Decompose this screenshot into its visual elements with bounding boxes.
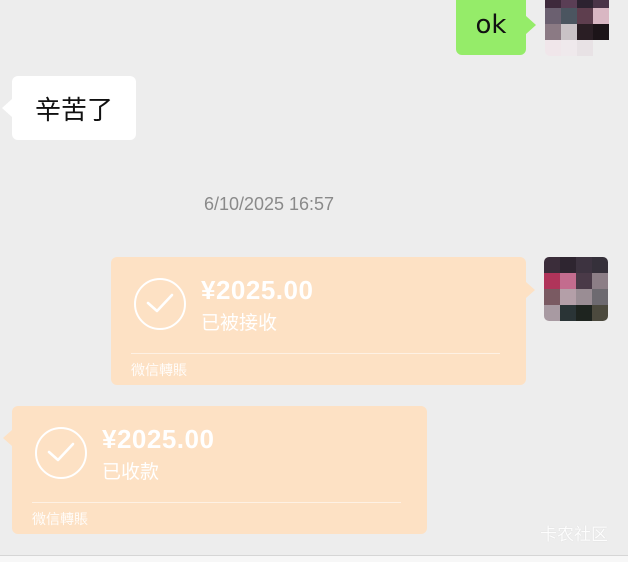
transfer-label: 微信轉賬 <box>131 363 187 379</box>
received-message-text: 辛苦了 <box>34 95 113 126</box>
transfer-amount: ¥2025.00 <box>201 275 314 305</box>
watermark: 卡农社区 <box>540 525 608 545</box>
transfer-received-tail <box>3 430 12 446</box>
transfer-card-sent[interactable]: ¥2025.00 已被接收 微信轉賬 <box>111 257 526 385</box>
self-avatar-top[interactable] <box>545 0 609 56</box>
transfer-status: 已收款 <box>102 461 160 483</box>
received-message-bubble[interactable]: 辛苦了 <box>12 76 136 140</box>
transfer-divider <box>32 502 401 503</box>
sent-message-text: ok <box>475 9 507 40</box>
transfer-divider <box>131 353 500 354</box>
transfer-label: 微信轉賬 <box>32 512 88 528</box>
transfer-amount: ¥2025.00 <box>102 424 215 454</box>
transfer-card-received[interactable]: ¥2025.00 已收款 微信轉賬 <box>12 406 427 534</box>
transfer-sent-tail <box>526 282 535 298</box>
check-circle-icon <box>134 278 186 330</box>
message-timestamp: 6/10/2025 16:57 <box>203 194 335 214</box>
input-bar-edge <box>0 556 628 562</box>
self-avatar[interactable] <box>544 257 608 321</box>
check-circle-icon <box>35 427 87 479</box>
sent-message-bubble[interactable]: ok <box>456 0 526 55</box>
transfer-status: 已被接收 <box>201 312 278 334</box>
sent-bubble-tail <box>526 16 536 34</box>
received-bubble-tail <box>2 99 12 117</box>
